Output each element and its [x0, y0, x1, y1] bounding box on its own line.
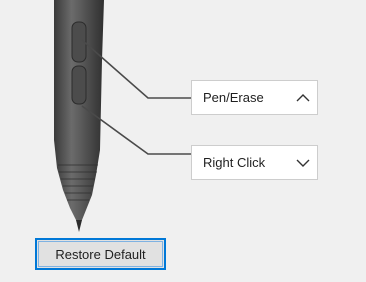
pen-button-lower-dropdown[interactable]: Right Click — [191, 145, 318, 180]
pen-button-upper-dropdown[interactable]: Pen/Erase — [191, 80, 318, 115]
pen-settings-panel: Pen/Erase Right Click Restore Default — [0, 0, 366, 282]
pen-side-button-lower — [71, 65, 87, 105]
restore-default-label: Restore Default — [55, 246, 146, 262]
chevron-up-icon — [289, 81, 317, 114]
pen-button-upper-label: Pen/Erase — [203, 90, 264, 105]
chevron-down-icon — [289, 146, 317, 179]
pen-button-lower-label: Right Click — [203, 155, 266, 170]
pen-nib — [76, 220, 82, 232]
restore-default-button[interactable]: Restore Default — [35, 238, 166, 270]
